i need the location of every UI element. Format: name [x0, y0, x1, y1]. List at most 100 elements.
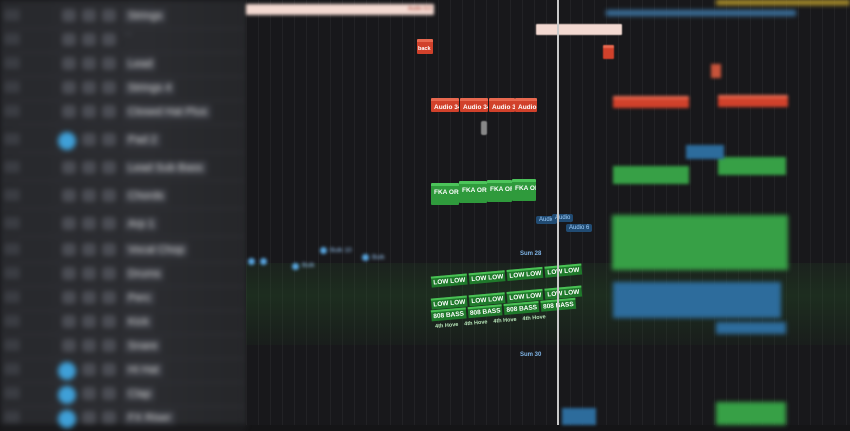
solo-button[interactable] — [82, 363, 96, 376]
track-name[interactable]: Strings 4 — [124, 81, 176, 95]
record-button[interactable] — [102, 363, 116, 376]
record-button[interactable] — [102, 267, 116, 280]
midi-region[interactable] — [613, 166, 689, 184]
track-row[interactable]: Lead — [0, 52, 245, 77]
track-name[interactable]: Pad 2 — [124, 133, 161, 147]
mute-button[interactable] — [62, 81, 76, 94]
midi-region[interactable]: FKA ORGA — [487, 180, 512, 202]
solo-button[interactable] — [82, 315, 96, 328]
playhead[interactable] — [557, 0, 559, 425]
track-name[interactable]: Lead Sub Bass — [124, 161, 207, 175]
bulk-circle-icon[interactable] — [320, 247, 327, 254]
track-name[interactable]: Clap — [124, 387, 155, 401]
mute-button[interactable] — [62, 339, 76, 352]
track-name[interactable]: Chords — [124, 189, 168, 203]
audio-region[interactable]: Audio 34.21 — [489, 98, 515, 112]
track-row[interactable]: Perc — [0, 286, 245, 311]
solo-button[interactable] — [82, 291, 96, 304]
solo-button[interactable] — [82, 387, 96, 400]
mute-button[interactable] — [62, 9, 76, 22]
record-button[interactable] — [102, 315, 116, 328]
track-name[interactable]: Hi Hat — [124, 363, 163, 377]
mute-button[interactable] — [62, 33, 76, 46]
audio-region[interactable]: Audio 34.2 — [431, 98, 459, 112]
solo-button[interactable] — [82, 9, 96, 22]
track-row[interactable]: Arp 1 — [0, 212, 245, 237]
midi-region[interactable] — [716, 402, 786, 425]
record-button[interactable] — [102, 217, 116, 230]
marker[interactable]: Audio 3.2 — [406, 4, 434, 15]
track-row[interactable]: FX Riser — [0, 406, 245, 431]
track-name[interactable]: Lead — [124, 57, 157, 71]
track-row[interactable]: Snare — [0, 334, 245, 359]
record-button[interactable] — [102, 411, 116, 424]
track-row[interactable]: Clap — [0, 382, 245, 407]
track-monitor-icon[interactable] — [58, 410, 76, 428]
solo-button[interactable] — [82, 105, 96, 118]
record-button[interactable] — [102, 339, 116, 352]
back-marker[interactable] — [603, 45, 614, 59]
track-row[interactable]: Strings — [0, 4, 245, 29]
bulk-circle-icon[interactable] — [362, 254, 369, 261]
mute-button[interactable] — [62, 291, 76, 304]
mute-button[interactable] — [62, 315, 76, 328]
bulk-circle-icon[interactable] — [260, 258, 267, 265]
track-row[interactable] — [0, 28, 245, 53]
record-button[interactable] — [102, 105, 116, 118]
track-row[interactable]: Closed Hat Plus — [0, 100, 245, 125]
track-row[interactable]: Vocal Chop — [0, 238, 245, 263]
track-row[interactable]: Pad 2 — [0, 128, 245, 153]
track-row[interactable]: Drums — [0, 262, 245, 287]
track-row[interactable]: Strings 4 — [0, 76, 245, 101]
audio-region[interactable] — [718, 95, 788, 107]
automation-chip[interactable]: Audio — [552, 214, 574, 222]
track-monitor-icon[interactable] — [58, 132, 76, 150]
record-button[interactable] — [102, 33, 116, 46]
back-marker[interactable]: back — [417, 39, 433, 54]
track-name[interactable]: Arp 1 — [124, 217, 159, 231]
midi-region[interactable]: FKA ORGA — [459, 181, 487, 203]
solo-button[interactable] — [82, 411, 96, 424]
record-button[interactable] — [102, 291, 116, 304]
bulk-circle-icon[interactable] — [248, 258, 255, 265]
audio-region[interactable]: Audio 34.4 — [515, 98, 537, 112]
marker[interactable] — [608, 24, 622, 35]
solo-button[interactable] — [82, 217, 96, 230]
record-button[interactable] — [102, 133, 116, 146]
track-name[interactable]: Vocal Chop — [124, 243, 189, 257]
record-button[interactable] — [102, 81, 116, 94]
track-row[interactable]: Hi Hat — [0, 358, 245, 383]
record-button[interactable] — [102, 243, 116, 256]
bulk-circle-icon[interactable] — [292, 263, 299, 270]
track-monitor-icon[interactable] — [58, 386, 76, 404]
track-name[interactable]: Drums — [124, 267, 165, 281]
solo-button[interactable] — [82, 33, 96, 46]
record-button[interactable] — [102, 161, 116, 174]
mute-button[interactable] — [62, 57, 76, 70]
record-button[interactable] — [102, 189, 116, 202]
midi-region[interactable] — [612, 215, 788, 270]
solo-button[interactable] — [82, 243, 96, 256]
automation-chip[interactable]: Audio 6 — [566, 224, 593, 232]
solo-button[interactable] — [82, 189, 96, 202]
track-name[interactable]: Strings — [124, 9, 167, 23]
mute-button[interactable] — [62, 161, 76, 174]
solo-button[interactable] — [82, 81, 96, 94]
audio-region[interactable] — [613, 282, 781, 318]
audio-region[interactable]: Audio 34.12 — [460, 98, 488, 112]
mute-button[interactable] — [62, 243, 76, 256]
track-row[interactable]: Lead Sub Bass — [0, 156, 245, 181]
track-row[interactable]: Chords — [0, 184, 245, 209]
mute-button[interactable] — [62, 267, 76, 280]
solo-button[interactable] — [82, 267, 96, 280]
track-monitor-icon[interactable] — [58, 362, 76, 380]
arrange-area[interactable]: Audio 3.2 back Audio 34.2 Audio 34.12 Au… — [246, 0, 850, 425]
audio-region[interactable] — [716, 322, 786, 334]
solo-button[interactable] — [82, 161, 96, 174]
mute-button[interactable] — [62, 217, 76, 230]
solo-button[interactable] — [82, 57, 96, 70]
midi-region[interactable] — [718, 157, 786, 175]
solo-button[interactable] — [82, 339, 96, 352]
audio-region[interactable] — [613, 96, 689, 108]
track-row[interactable]: Kick — [0, 310, 245, 335]
